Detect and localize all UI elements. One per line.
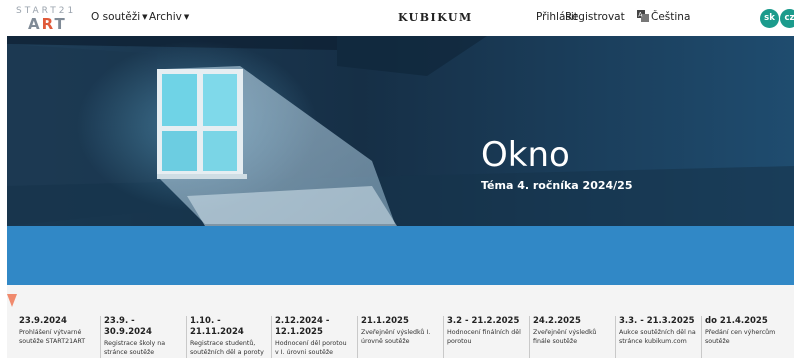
flag-sk-button[interactable]: sk [760, 9, 779, 28]
timeline-step: 3.2 - 21.2.2025 Hodnocení finálních děl … [447, 316, 527, 346]
timeline-step: do 21.4.2025 Předání cen výhercům soutěž… [705, 316, 785, 346]
hero-window-illustration [7, 36, 794, 226]
hero-title: Okno [481, 135, 570, 175]
caret-down-icon: ▼ [183, 13, 190, 21]
timeline-divider [357, 316, 358, 358]
timeline-step: 24.2.2025 Zveřejnění výsledků finále sou… [533, 316, 613, 346]
timeline-divider [529, 316, 530, 358]
timeline-step-description: Prohlášení výtvarné soutěže START21ART [19, 329, 86, 345]
logo-letter-r: R [41, 15, 55, 33]
start21art-logo[interactable]: START21 ART [16, 6, 78, 33]
competition-timeline: 23.9.2024 Prohlášení výtvarné soutěže ST… [7, 285, 794, 358]
timeline-step: 1.10. - 21.11.2024 Registrace studentů, … [190, 316, 270, 357]
timeline-step: 23.9. - 30.9.2024 Registrace školy na st… [104, 316, 184, 357]
logo-letter-a: A [28, 15, 42, 33]
timeline-step-date: 23.9.2024 [19, 316, 67, 326]
timeline-step-date: 3.3. - 21.3.2025 [619, 316, 695, 326]
nav-menu-label: Archiv [149, 11, 182, 23]
caret-down-icon: ▼ [142, 13, 148, 21]
timeline-step: 3.3. - 21.3.2025 Aukce soutěžních děl na… [619, 316, 699, 346]
timeline-divider [615, 316, 616, 358]
timeline-divider [443, 316, 444, 358]
flag-cz-button[interactable]: cz [780, 9, 794, 28]
timeline-step-description: Předání cen výhercům soutěže [705, 329, 776, 345]
nav-menu-label: O soutěži [91, 11, 141, 23]
timeline-step-date: 24.2.2025 [533, 316, 581, 326]
timeline-step-date: do 21.4.2025 [705, 316, 768, 326]
nav-menu-o-soutezi[interactable]: O soutěži ▼ [91, 11, 148, 23]
timeline-step: 2.12.2024 - 12.1.2025 Hodnocení děl poro… [275, 316, 351, 357]
blue-banner-strip [7, 226, 794, 285]
timeline-step: 21.1.2025 Zveřejnění výsledků I. úrovně … [361, 316, 441, 346]
nav-menu-archiv[interactable]: Archiv ▼ [149, 11, 189, 23]
timeline-step-description: Zveřejnění výsledků I. úrovně soutěže [361, 329, 431, 345]
timeline-step-date: 2.12.2024 - 12.1.2025 [275, 316, 330, 337]
register-link[interactable]: Registrovat [565, 11, 625, 23]
timeline-divider [271, 316, 272, 358]
timeline-step-description: Hodnocení finálních děl porotou [447, 329, 521, 345]
timeline-step-description: Zveřejnění výsledků finále soutěže [533, 329, 597, 345]
timeline-divider [186, 316, 187, 358]
kubikum-brand-link[interactable]: KUBIKUM [398, 11, 473, 24]
timeline-step-date: 23.9. - 30.9.2024 [104, 316, 152, 337]
logo-text-bottom: ART [28, 15, 67, 33]
timeline-step-description: Registrace studentů, soutěžních děl a po… [190, 340, 264, 356]
timeline-step-date: 21.1.2025 [361, 316, 409, 326]
timeline-step-date: 1.10. - 21.11.2024 [190, 316, 244, 337]
top-navigation-bar: START21 ART O soutěži ▼ Archiv ▼ KUBIKUM P… [0, 0, 794, 36]
timeline-divider [701, 316, 702, 358]
language-selector[interactable]: Čeština [651, 11, 690, 23]
timeline-step: 23.9.2024 Prohlášení výtvarné soutěže ST… [19, 316, 99, 346]
timeline-step-description: Registrace školy na stránce soutěže [104, 340, 166, 356]
timeline-divider [100, 316, 101, 358]
timeline-marker-icon [7, 294, 17, 307]
timeline-step-date: 3.2 - 21.2.2025 [447, 316, 520, 326]
timeline-step-description: Aukce soutěžních děl na stránce kubikum.… [619, 329, 696, 345]
hero-banner: Okno Téma 4. ročníka 2024/25 [7, 36, 794, 226]
logo-letter-t: T [54, 15, 67, 33]
translate-icon: A [637, 10, 649, 22]
hero-subtitle: Téma 4. ročníka 2024/25 [481, 179, 633, 192]
timeline-step-description: Hodnocení děl porotou v I. úrovni soutěž… [275, 340, 347, 356]
